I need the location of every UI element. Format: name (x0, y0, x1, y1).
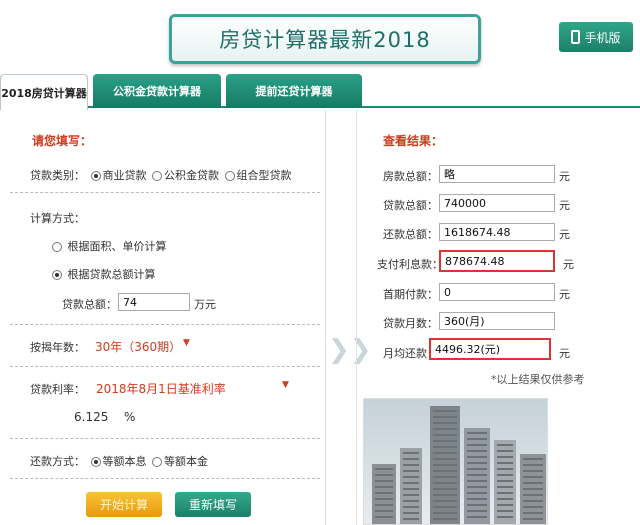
divider (10, 324, 320, 325)
repay-equal-installment-label: 等额本息 (102, 455, 147, 468)
result-unit: 元 (563, 258, 574, 271)
result-down-payment: 0 (439, 283, 555, 301)
result-unit: 元 (559, 170, 570, 183)
repay-method-row: 还款方式： 等额本息 等额本金 (30, 453, 208, 469)
repay-equal-principal-label: 等额本金 (164, 455, 208, 468)
mobile-version-button[interactable]: 手机版 (559, 22, 633, 52)
phone-icon (571, 30, 581, 44)
calc-method-total-radio[interactable] (52, 270, 62, 280)
calc-method-area-row: 根据面积、单价计算 (50, 238, 167, 254)
input-panel: 请您填写： 贷款类别： 商业贷款 公积金贷款 组合型贷款 计算方式： 根据面积、… (0, 110, 326, 525)
form-heading: 请您填写： (32, 134, 93, 148)
result-house-total: 略 (439, 165, 555, 183)
result-heading: 查看结果： (383, 134, 444, 148)
tab-prepayment-calculator[interactable]: 提前还贷计算器 (226, 74, 362, 108)
building-shape (430, 406, 460, 524)
loan-type-row: 贷款类别： 商业贷款 公积金贷款 组合型贷款 (30, 167, 292, 183)
calc-method-area-radio[interactable] (52, 242, 62, 252)
rate-label: 贷款利率： (30, 383, 85, 396)
start-calculate-button[interactable]: 开始计算 (86, 492, 162, 517)
loan-type-fund-radio[interactable] (152, 171, 162, 181)
result-panel: 查看结果： 房款总额： 略 元 贷款总额： 740000 元 还款总额： 161… (356, 110, 640, 525)
rate-unit: % (124, 410, 136, 424)
years-label: 按揭年数： (30, 341, 85, 354)
result-label-interest: 支付利息款： (377, 258, 443, 271)
result-repay-total: 1618674.48 (439, 223, 555, 241)
years-dropdown-icon[interactable]: ▼ (183, 338, 190, 348)
reset-button[interactable]: 重新填写 (175, 492, 251, 517)
rate-number[interactable]: 6.125 (74, 410, 108, 424)
divider (10, 478, 320, 479)
building-shape (520, 454, 546, 524)
tab-mortgage-calculator[interactable]: 2018房贷计算器 (0, 74, 88, 110)
result-interest: 878674.48 (439, 250, 555, 272)
loan-type-combined-radio[interactable] (224, 171, 235, 181)
page-title: 房贷计算器最新2018 (219, 28, 431, 52)
tab-bar: 2018房贷计算器 公积金贷款计算器 提前还贷计算器 (0, 74, 640, 110)
result-note: *以上结果仅供参考 (491, 373, 585, 386)
result-unit: 元 (559, 288, 570, 301)
result-monthly: 4496.32(元) (429, 338, 551, 360)
result-label-house-total: 房款总额： (383, 170, 438, 183)
result-label-loan-total: 贷款总额： (383, 199, 438, 212)
loan-type-commercial-label: 商业贷款 (102, 169, 147, 182)
result-loan-total: 740000 (439, 194, 555, 212)
building-shape (494, 440, 516, 524)
loan-total-input[interactable]: 74 (118, 293, 190, 311)
years-select[interactable]: 30年（360期） (95, 338, 181, 355)
calc-method-area-label: 根据面积、单价计算 (67, 240, 167, 253)
loan-total-unit: 万元 (194, 298, 216, 311)
result-unit: 元 (559, 228, 570, 241)
repay-equal-installment-radio[interactable] (90, 457, 101, 467)
result-label-down-payment: 首期付款： (383, 288, 438, 301)
tab-housing-fund-calculator[interactable]: 公积金贷款计算器 (93, 74, 221, 108)
divider (10, 438, 320, 439)
mobile-version-label: 手机版 (584, 30, 621, 45)
divider (10, 192, 320, 193)
result-unit: 元 (559, 199, 570, 212)
building-shape (400, 448, 422, 524)
loan-type-combined-label: 组合型贷款 (236, 169, 292, 182)
loan-total-label: 贷款总额： (62, 298, 117, 311)
building-shape (372, 464, 396, 524)
result-unit: 元 (559, 347, 570, 360)
calc-method-total-label: 根据贷款总额计算 (67, 268, 156, 281)
result-label-months: 贷款月数： (383, 317, 438, 330)
loan-type-fund-label: 公积金贷款 (164, 169, 219, 182)
loan-type-commercial-radio[interactable] (90, 171, 101, 181)
repay-equal-principal-radio[interactable] (152, 457, 162, 467)
result-months: 360(月) (439, 312, 555, 330)
building-shape (464, 428, 490, 524)
repay-method-label: 还款方式： (30, 455, 85, 468)
divider (10, 366, 320, 367)
calc-method-label: 计算方式： (30, 212, 85, 225)
result-label-repay-total: 还款总额： (383, 228, 438, 241)
page-title-box: 房贷计算器最新2018 (169, 14, 481, 64)
loan-type-label: 贷款类别： (30, 169, 85, 182)
rate-select[interactable]: 2018年8月1日基准利率 (96, 380, 226, 397)
calc-method-total-row: 根据贷款总额计算 (50, 266, 156, 282)
building-photo (363, 398, 548, 525)
rate-dropdown-icon[interactable]: ▼ (282, 380, 289, 390)
